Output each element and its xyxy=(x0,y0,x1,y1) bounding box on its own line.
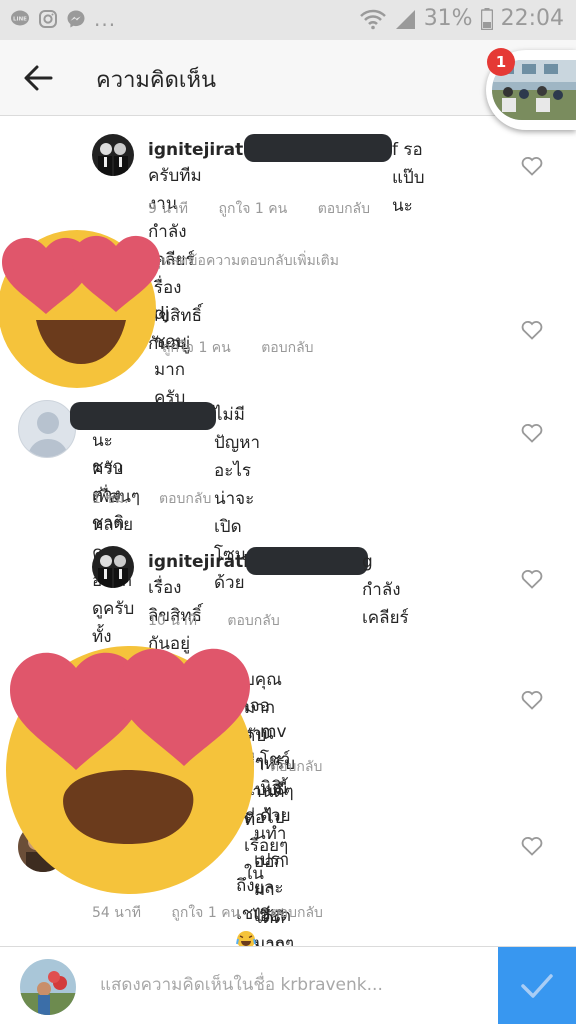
like-count[interactable]: ถูกใจ 1 คน xyxy=(162,340,231,356)
heart-icon[interactable] xyxy=(521,156,543,176)
heart-icon[interactable] xyxy=(521,836,543,856)
send-button[interactable] xyxy=(498,947,576,1024)
view-more-replies[interactable]: ดูหลดข้อความตอบกลับเพิ่มเติม xyxy=(152,250,339,272)
comment-meta: ตอบกลับ xyxy=(270,756,348,778)
reply-button[interactable]: ตอบกลับ xyxy=(318,201,370,217)
comment-time: 10 นาที xyxy=(148,613,197,629)
heart-icon[interactable] xyxy=(521,423,543,443)
redacted-mention xyxy=(244,134,392,162)
username[interactable]: ignitejirath xyxy=(148,140,255,160)
battery-icon xyxy=(480,7,493,30)
like-count[interactable]: ถูกใจ 1 คน xyxy=(171,905,240,921)
avatar[interactable] xyxy=(18,400,76,458)
reply-button[interactable]: ตอบกลับ xyxy=(159,491,211,507)
comment-line: ignitejirath xyxy=(148,136,255,164)
status-bar: LINE ... 31% 22:04 xyxy=(0,0,576,40)
messenger-icon xyxy=(67,10,85,28)
reply-button[interactable]: ตอบกลับ xyxy=(261,340,313,356)
redacted-username xyxy=(70,402,216,430)
my-avatar xyxy=(20,959,76,1015)
comment-time: 54 นาที xyxy=(92,905,141,921)
notification-badge: 1 xyxy=(487,48,515,76)
avatar[interactable] xyxy=(92,546,134,588)
comment-meta: ถูกใจ 1 คน ตอบกลับ xyxy=(162,337,340,359)
page-title: ความคิดเห็น xyxy=(96,68,216,93)
heart-icon[interactable] xyxy=(521,690,543,710)
comment-composer xyxy=(0,946,576,1024)
svg-text:LINE: LINE xyxy=(13,17,27,23)
username[interactable]: ignitejirath xyxy=(148,552,255,572)
heart-icon[interactable] xyxy=(521,569,543,589)
comment-time: 1 ชม. xyxy=(92,491,129,507)
heart-icon[interactable] xyxy=(521,320,543,340)
wifi-icon xyxy=(359,9,386,29)
clock: 22:04 xyxy=(500,6,564,31)
comment-meta: 9 นาที ถูกใจ 1 คน ตอบกลับ xyxy=(148,198,396,220)
battery-percent: 31% xyxy=(423,6,473,31)
like-count[interactable]: ถูกใจ 1 คน xyxy=(218,201,287,217)
reply-button[interactable]: ตอบกลับ xyxy=(270,759,322,775)
comment-meta: 1 ชม. ตอบกลับ xyxy=(92,488,237,510)
signal-icon xyxy=(395,9,415,29)
comment-text: g กำลังเคลียร์ xyxy=(362,552,409,628)
status-left: LINE ... xyxy=(10,9,116,29)
reply-button[interactable]: ตอบกลับ xyxy=(271,905,323,921)
back-arrow-icon[interactable] xyxy=(22,62,54,94)
instagram-icon xyxy=(39,10,57,28)
more-notifications: ... xyxy=(94,7,117,31)
comment-text: f รอแป๊บนะ xyxy=(392,140,425,216)
heart-eyes-emoji-sticker xyxy=(6,646,254,894)
reply-button[interactable]: ตอบกลับ xyxy=(227,613,279,629)
status-right: 31% 22:04 xyxy=(359,6,564,31)
comment-line: ignitejirath xyxy=(148,548,255,576)
comment-meta: 54 นาที ถูกใจ 1 คน ตอบกลับ xyxy=(92,902,349,924)
line-icon: LINE xyxy=(11,10,29,26)
avatar[interactable] xyxy=(92,134,134,176)
redacted-mention xyxy=(246,547,368,575)
checkmark-icon xyxy=(521,974,553,998)
heart-eyes-emoji-sticker xyxy=(0,230,160,388)
comment-input[interactable] xyxy=(100,965,480,1005)
